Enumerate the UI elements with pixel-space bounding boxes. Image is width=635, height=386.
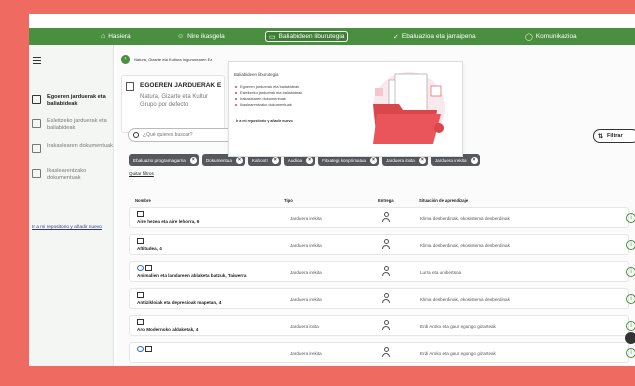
info-icon[interactable]: i	[626, 321, 635, 331]
filter-button[interactable]: ⇅ Filtrar	[593, 129, 635, 143]
table-row[interactable]: Antizikloiak eta depresioak mapetan, 4 J…	[129, 288, 635, 309]
tooltip-item: Ikaslearentzako dokumentuak	[235, 102, 302, 108]
sidebar-item-situations[interactable]: Egoeren jarduerak eta baliabideak	[29, 94, 114, 108]
column-header-name[interactable]: Nombre	[135, 198, 151, 203]
close-icon[interactable]: ×	[369, 156, 377, 164]
nav-evaluation[interactable]: ✓ Ebaluazioa eta jarraipena	[393, 28, 476, 45]
resource-icon	[137, 319, 145, 325]
resource-subtitle: Natura, Gizarte eta Kultur Grupo por def…	[140, 94, 209, 108]
shapes-icon	[32, 119, 41, 128]
search-icon	[133, 132, 139, 138]
nav-home[interactable]: ⌂ Hasiera	[101, 28, 131, 45]
checklist-icon: ✓	[393, 33, 399, 41]
close-icon[interactable]: ×	[235, 156, 243, 164]
filter-chip[interactable]: Ebaluazio programagarria ×	[129, 154, 199, 166]
document-icon	[32, 95, 41, 104]
table-row[interactable]: Jarduera irekita Erdi Aroko eta gaur egu…	[129, 342, 635, 363]
column-header-situation[interactable]: Situación de aprendizaje	[419, 198, 468, 203]
people-icon: ☺	[177, 33, 185, 40]
tooltip-link: Ir a mi repositorio y añadir nuevo	[236, 119, 293, 123]
resource-title: EGOEREN JARDUERAK E	[140, 82, 222, 89]
clear-filters-link[interactable]: Quitar filtros	[129, 171, 154, 176]
person-icon	[382, 293, 390, 305]
nav-resource-library[interactable]: ▭ Baliabideen liburutegia	[265, 31, 349, 42]
sidebar-item-student-docs[interactable]: Ikaslearentzako dokumentuak	[29, 168, 114, 182]
app-window: ⌂ Hasiera ☺ Nire ikasgela ▭ Baliabideen …	[29, 14, 635, 366]
info-icon[interactable]: i	[626, 213, 635, 223]
folder-illustration-icon	[373, 72, 445, 144]
document-icon	[32, 144, 41, 153]
table-row[interactable]: Altitudea, 4 Jarduera irekita Klima desb…	[129, 234, 635, 255]
close-icon[interactable]: ×	[271, 156, 279, 164]
nav-my-classroom[interactable]: ☺ Nire ikasgela	[177, 28, 225, 45]
table-row[interactable]: Aro Modernoko aldaketak, 4 Jarduera itxi…	[129, 315, 635, 336]
resource-icon	[137, 292, 145, 298]
folder-icon: ▭	[269, 33, 276, 41]
document-icon	[32, 169, 41, 178]
back-arrow-icon[interactable]: ‹	[121, 55, 130, 64]
chat-icon: ◯	[525, 33, 533, 41]
column-header-delivery[interactable]: Entrega	[378, 198, 394, 203]
info-icon[interactable]: i	[626, 240, 635, 250]
close-icon[interactable]: ×	[470, 156, 478, 164]
table-row[interactable]: Aire hezea eta aire lehorra, 6 Jarduera …	[129, 207, 635, 228]
sidebar-item-teacher-docs[interactable]: Irakaslearen dokumentuak	[29, 143, 114, 153]
breadcrumb: ‹ Natura, Gizarte eta Kultura Ingurunear…	[121, 55, 212, 64]
info-icon[interactable]: i	[626, 348, 635, 358]
person-icon	[382, 320, 390, 332]
sort-icon: ⇅	[598, 133, 604, 140]
sidebar-item-assignable[interactable]: Esleitzeko jarduerak eta baliabideak	[29, 118, 114, 132]
top-navigation: ⌂ Hasiera ☺ Nire ikasgela ▭ Baliabideen …	[29, 28, 635, 45]
resource-icon	[137, 238, 145, 244]
resource-icon	[137, 211, 145, 217]
close-icon[interactable]: ×	[306, 156, 314, 164]
column-header-type[interactable]: Tipo	[284, 198, 293, 203]
repository-link[interactable]: Ir a mi repositorio y añadir nuevo	[32, 225, 110, 231]
close-icon[interactable]: ×	[418, 156, 426, 164]
tooltip-title: Baliabideen liburutegia	[234, 72, 279, 77]
library-tooltip: Baliabideen liburutegia Egoeren jarduera…	[228, 61, 463, 157]
table-row[interactable]: Animalien eta landareen ablaketa batzuk,…	[129, 261, 635, 282]
sidebar: Egoeren jarduerak eta baliabideak Esleit…	[29, 45, 114, 366]
person-icon	[382, 212, 390, 224]
chat-bubble-icon[interactable]	[625, 332, 635, 344]
info-icon[interactable]: i	[626, 267, 635, 277]
home-icon: ⌂	[101, 33, 106, 40]
close-icon[interactable]: ×	[189, 156, 197, 164]
document-icon	[126, 82, 134, 91]
person-icon	[382, 239, 390, 251]
nav-communication[interactable]: ◯ Komunikazioa	[525, 28, 577, 45]
resource-icon	[137, 346, 153, 352]
resource-icon	[137, 265, 153, 271]
person-icon	[382, 347, 390, 359]
person-icon	[382, 266, 390, 278]
menu-icon[interactable]	[33, 57, 41, 66]
info-icon[interactable]: i	[626, 294, 635, 304]
resource-header-card: EGOEREN JARDUERAK E Natura, Gizarte eta …	[121, 75, 225, 133]
